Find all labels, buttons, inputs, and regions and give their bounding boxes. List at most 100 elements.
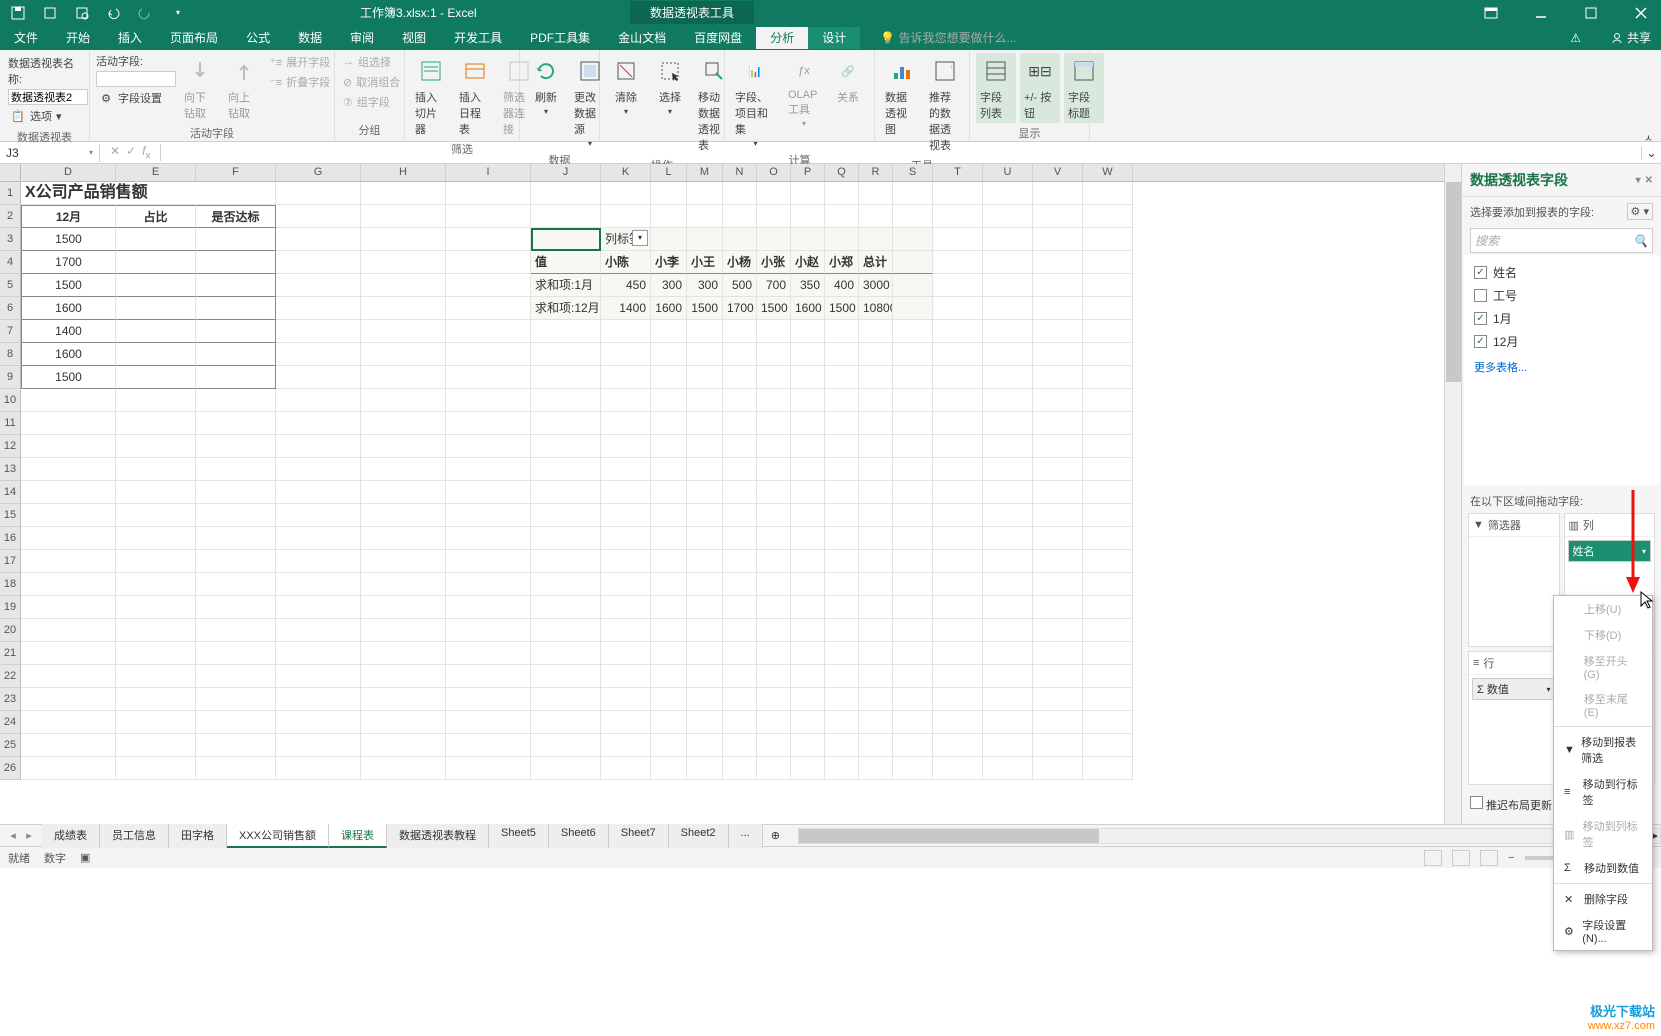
cell[interactable]: [196, 458, 276, 481]
cell[interactable]: [723, 688, 757, 711]
cell[interactable]: [1033, 412, 1083, 435]
cell[interactable]: [1033, 458, 1083, 481]
cell[interactable]: [723, 412, 757, 435]
cell[interactable]: [1083, 320, 1133, 343]
cell[interactable]: [1033, 343, 1083, 366]
cell[interactable]: [893, 734, 933, 757]
cell[interactable]: [723, 320, 757, 343]
cell[interactable]: [196, 550, 276, 573]
cell[interactable]: [1083, 182, 1133, 205]
cell[interactable]: [601, 389, 651, 412]
cell[interactable]: [276, 458, 361, 481]
cell[interactable]: [361, 274, 446, 297]
cell[interactable]: 3000: [859, 274, 893, 297]
cell[interactable]: [983, 642, 1033, 665]
cell[interactable]: [723, 228, 757, 251]
cell[interactable]: [116, 550, 196, 573]
cell[interactable]: [893, 527, 933, 550]
cell[interactable]: [361, 228, 446, 251]
cell[interactable]: [687, 504, 723, 527]
ribbon-tab-PDF工具集[interactable]: PDF工具集: [516, 27, 604, 49]
cell[interactable]: [933, 435, 983, 458]
cell[interactable]: [757, 343, 791, 366]
cell[interactable]: [757, 573, 791, 596]
cell[interactable]: [791, 458, 825, 481]
cell[interactable]: [859, 182, 893, 205]
cell[interactable]: [859, 665, 893, 688]
cell[interactable]: [446, 228, 531, 251]
field-item-姓名[interactable]: 姓名: [1472, 261, 1651, 284]
menu-item-8[interactable]: ✕删除字段: [1554, 886, 1652, 912]
cell[interactable]: [531, 665, 601, 688]
row-header-1[interactable]: 1: [0, 182, 21, 205]
cell[interactable]: [1033, 757, 1083, 780]
cell[interactable]: [21, 458, 116, 481]
pivot-col-dropdown-icon[interactable]: ▾: [632, 230, 648, 246]
cell[interactable]: [446, 757, 531, 780]
cell[interactable]: [825, 458, 859, 481]
col-header-T[interactable]: T: [933, 164, 983, 181]
cell[interactable]: [687, 205, 723, 228]
cell[interactable]: [757, 504, 791, 527]
collapse-field-button[interactable]: ⁻≡ 折叠字段: [268, 73, 332, 91]
cell[interactable]: [531, 458, 601, 481]
cell[interactable]: 12月: [21, 205, 116, 228]
cell[interactable]: [933, 665, 983, 688]
cell[interactable]: [1033, 550, 1083, 573]
insert-timeline-button[interactable]: 插入日程表: [455, 53, 495, 139]
cell[interactable]: 小杨: [723, 251, 757, 274]
cell[interactable]: [1083, 389, 1133, 412]
cell[interactable]: [983, 527, 1033, 550]
cell[interactable]: [1083, 366, 1133, 389]
cell[interactable]: [825, 412, 859, 435]
cell[interactable]: [983, 596, 1033, 619]
row-header-3[interactable]: 3: [0, 228, 21, 251]
cell[interactable]: [531, 320, 601, 343]
cell[interactable]: [1083, 458, 1133, 481]
ungroup-button[interactable]: ⊘ 取消组合: [341, 73, 398, 91]
cell[interactable]: 300: [651, 274, 687, 297]
cell[interactable]: [276, 550, 361, 573]
cell[interactable]: [983, 205, 1033, 228]
cell[interactable]: [859, 320, 893, 343]
cell[interactable]: [446, 481, 531, 504]
cell[interactable]: [1083, 504, 1133, 527]
cell[interactable]: [116, 320, 196, 343]
cell[interactable]: [196, 619, 276, 642]
cell[interactable]: [859, 757, 893, 780]
cell[interactable]: [601, 688, 651, 711]
cell[interactable]: [651, 389, 687, 412]
cell[interactable]: [983, 274, 1033, 297]
col-header-P[interactable]: P: [791, 164, 825, 181]
cell[interactable]: [893, 366, 933, 389]
cell[interactable]: [893, 757, 933, 780]
cell[interactable]: [446, 688, 531, 711]
cell[interactable]: [276, 734, 361, 757]
cell[interactable]: [276, 435, 361, 458]
cell[interactable]: [933, 642, 983, 665]
defer-layout-checkbox[interactable]: 推迟布局更新: [1470, 796, 1552, 813]
cell[interactable]: [1083, 734, 1133, 757]
formula-enter-icon[interactable]: ✓: [126, 144, 136, 161]
cell[interactable]: [196, 297, 276, 320]
cell[interactable]: [893, 481, 933, 504]
cell[interactable]: [825, 665, 859, 688]
cell[interactable]: [361, 205, 446, 228]
cell[interactable]: 500: [723, 274, 757, 297]
cell[interactable]: [893, 688, 933, 711]
cell[interactable]: [859, 619, 893, 642]
cell[interactable]: [825, 596, 859, 619]
cell[interactable]: [859, 481, 893, 504]
cell[interactable]: [893, 320, 933, 343]
redo-icon[interactable]: [136, 3, 156, 23]
cell[interactable]: [791, 734, 825, 757]
cell[interactable]: [723, 619, 757, 642]
relations-button[interactable]: 🔗关系: [828, 53, 868, 107]
cell[interactable]: [531, 435, 601, 458]
active-field-input[interactable]: [96, 71, 176, 87]
row-header-26[interactable]: 26: [0, 757, 21, 780]
cell[interactable]: [791, 389, 825, 412]
cell[interactable]: [446, 343, 531, 366]
cell[interactable]: [21, 435, 116, 458]
cell[interactable]: [723, 573, 757, 596]
